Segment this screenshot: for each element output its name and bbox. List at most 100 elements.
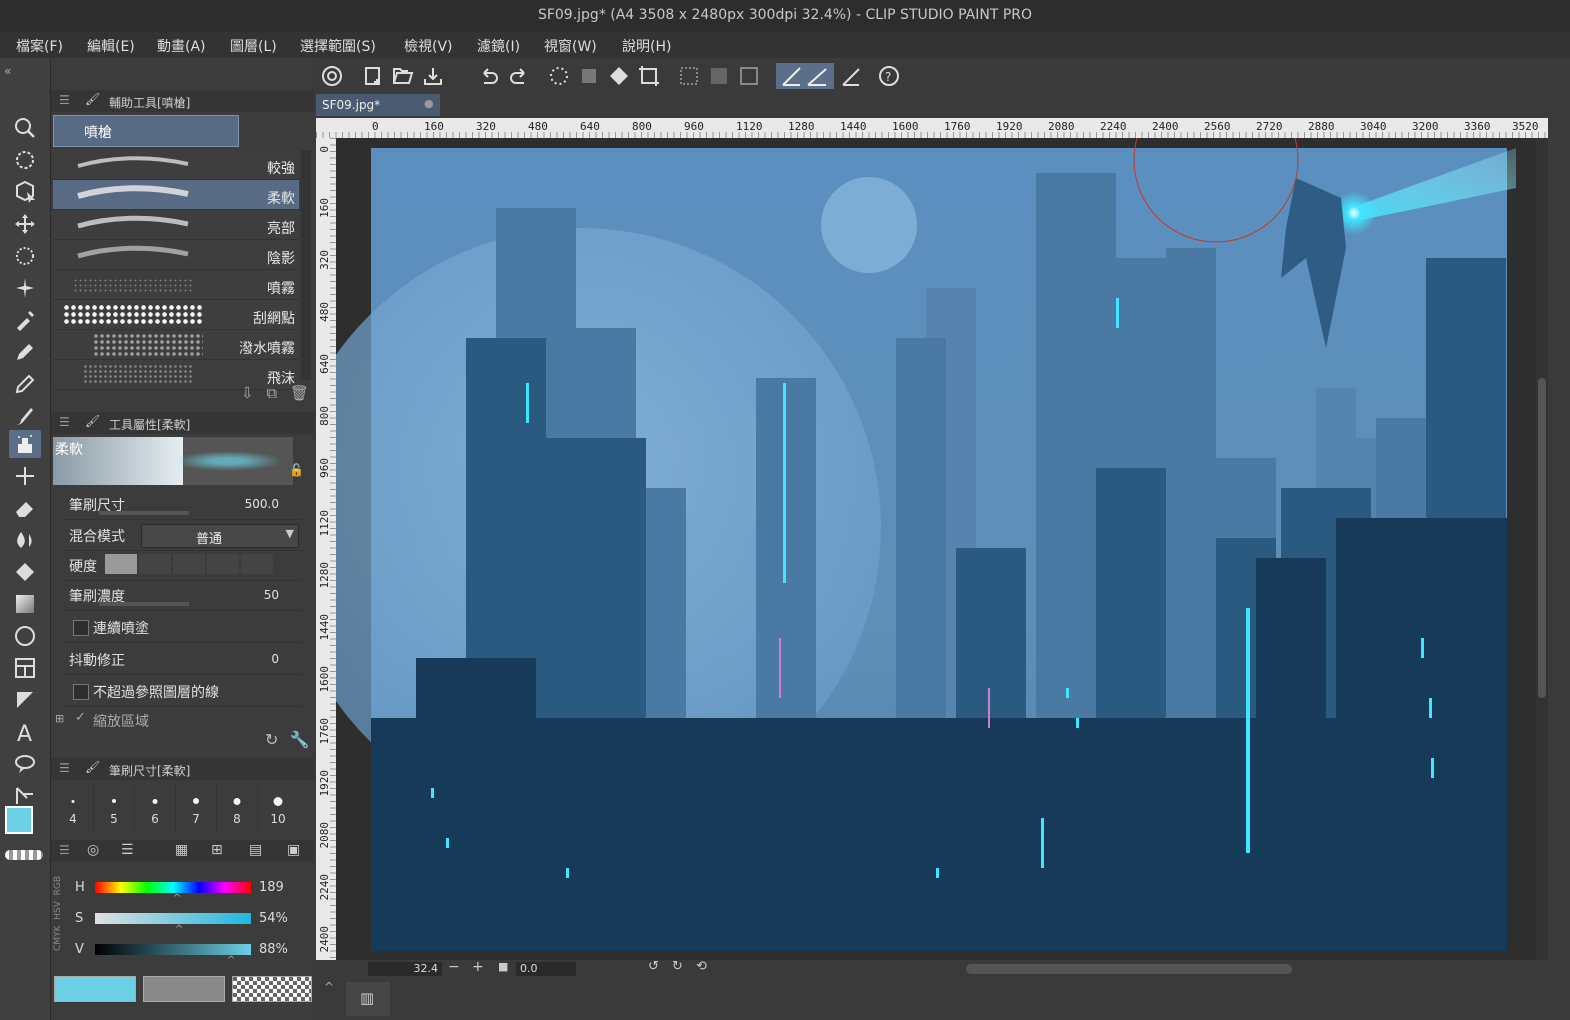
continuous-spray-checkbox[interactable]: [73, 620, 89, 636]
decoration-tool-icon[interactable]: [9, 462, 41, 490]
value-value[interactable]: 88%: [259, 942, 288, 957]
sub-color-indicator[interactable]: [143, 976, 225, 1002]
chevron-up-icon[interactable]: ^: [324, 980, 334, 994]
selection-tool-icon[interactable]: [9, 242, 41, 270]
transparent-color-indicator[interactable]: [232, 976, 312, 1002]
rotation-field[interactable]: 0.0: [516, 962, 576, 976]
frame-tool-icon[interactable]: [9, 654, 41, 682]
color-slider-tab-icon[interactable]: ☰: [121, 842, 134, 858]
text-tool-icon[interactable]: A: [9, 718, 41, 746]
zoom-field[interactable]: 32.4: [368, 962, 442, 976]
vertical-scrollbar-thumb[interactable]: [1538, 378, 1546, 698]
move-tool-icon[interactable]: [9, 210, 41, 238]
brush-water-spray[interactable]: 潑水噴霧: [53, 330, 299, 360]
collapse-icon[interactable]: «: [4, 64, 11, 78]
duplicate-icon[interactable]: ⧉: [266, 384, 277, 402]
brush-halftone[interactable]: 刮網點: [53, 300, 299, 330]
menu-filter[interactable]: 濾鏡(I): [477, 36, 520, 56]
reset-icon[interactable]: ↻: [265, 730, 278, 749]
panel-menu-icon[interactable]: ☰: [59, 415, 70, 429]
snap-grid-icon[interactable]: [838, 63, 864, 89]
fill-icon[interactable]: [606, 63, 632, 89]
invert-selection-icon[interactable]: [706, 63, 732, 89]
eyedropper-icon[interactable]: [9, 306, 41, 334]
size-preset-5[interactable]: 5: [94, 784, 135, 830]
new-file-icon[interactable]: [360, 63, 386, 89]
brush-soft[interactable]: 柔軟: [53, 180, 299, 210]
pencil-tool-icon[interactable]: [9, 370, 41, 398]
value-slider[interactable]: [95, 944, 251, 955]
delete-icon[interactable]: 🗑: [290, 384, 309, 402]
main-color-indicator[interactable]: [54, 976, 136, 1002]
menu-animation[interactable]: 動畫(A): [157, 36, 206, 56]
stabilization-value[interactable]: 0: [271, 652, 279, 666]
pen-tool-icon[interactable]: [9, 338, 41, 366]
size-preset-7[interactable]: 7: [176, 784, 217, 830]
panel-menu-icon[interactable]: ☰: [59, 761, 70, 775]
hue-value[interactable]: 189: [259, 880, 284, 895]
document-tab[interactable]: SF09.jpg* ●: [316, 94, 440, 116]
rotate-left-icon[interactable]: ↺: [648, 959, 659, 974]
panel-menu-icon[interactable]: ☰: [59, 93, 70, 107]
hue-slider[interactable]: [95, 882, 251, 893]
blend-tool-icon[interactable]: [9, 526, 41, 554]
selection-border-icon[interactable]: [736, 63, 762, 89]
redo-icon[interactable]: [506, 63, 532, 89]
object-tool-icon[interactable]: [9, 178, 41, 206]
undo-icon[interactable]: [476, 63, 502, 89]
similar-color-tab-icon[interactable]: ▤: [249, 842, 262, 858]
menu-file[interactable]: 檔案(F): [16, 36, 63, 56]
eraser-tool-icon[interactable]: [9, 494, 41, 522]
rotate-view-icon[interactable]: [9, 146, 41, 174]
transparent-color-icon[interactable]: [5, 850, 43, 860]
artwork-canvas[interactable]: [336, 138, 1548, 960]
tab-cmyk[interactable]: CMYK: [53, 926, 63, 951]
hardness-level-4[interactable]: [207, 554, 239, 574]
airbrush-tool-icon[interactable]: [9, 430, 41, 458]
auto-select-icon[interactable]: [9, 274, 41, 302]
wrench-icon[interactable]: 🔧: [290, 730, 310, 749]
lock-icon[interactable]: 🔓: [289, 463, 304, 477]
menu-edit[interactable]: 編輯(E): [87, 36, 135, 56]
menu-selection[interactable]: 選擇範圍(S): [300, 36, 376, 56]
zoom-in-icon[interactable]: +: [472, 959, 484, 975]
brush-size-slider[interactable]: [99, 511, 189, 515]
hardness-level-5[interactable]: [241, 554, 273, 574]
size-preset-6[interactable]: 6: [135, 784, 176, 830]
group-tab-airbrush[interactable]: 噴槍: [53, 115, 239, 147]
zoom-out-icon[interactable]: −: [448, 959, 460, 975]
color-set-tab-icon[interactable]: ▦: [175, 842, 188, 858]
saturation-slider-handle[interactable]: ^: [175, 924, 183, 935]
zoom-tool-icon[interactable]: [9, 114, 41, 142]
deselect-icon[interactable]: [676, 63, 702, 89]
open-icon[interactable]: [390, 63, 416, 89]
brush-spray[interactable]: 噴霧: [53, 270, 299, 300]
hue-slider-handle[interactable]: ^: [173, 893, 181, 904]
brush-shadow[interactable]: 陰影: [53, 240, 299, 270]
expand-icon[interactable]: ⊞: [55, 712, 64, 725]
reset-rotation-icon[interactable]: ⟲: [696, 959, 707, 974]
tab-rgb[interactable]: RGB: [53, 876, 63, 895]
value-slider-handle[interactable]: ^: [227, 955, 235, 966]
horizontal-scrollbar-thumb[interactable]: [966, 964, 1292, 974]
brush-strong[interactable]: 較強: [53, 150, 299, 180]
ruler-tool-icon[interactable]: [9, 686, 41, 714]
brush-size-value[interactable]: 500.0: [245, 497, 279, 511]
panel-menu-icon[interactable]: ☰: [59, 843, 70, 857]
help-icon[interactable]: ?: [876, 63, 902, 89]
fit-icon[interactable]: ■: [498, 960, 508, 973]
intermediate-color-tab-icon[interactable]: ⊞: [211, 842, 223, 858]
hardness-level-2[interactable]: [139, 554, 171, 574]
size-preset-10[interactable]: 10: [258, 784, 298, 830]
menu-layer[interactable]: 圖層(L): [230, 36, 277, 56]
menu-help[interactable]: 說明(H): [622, 36, 671, 56]
clip-studio-icon[interactable]: [319, 63, 345, 89]
tab-hsv[interactable]: HSV: [53, 901, 63, 920]
import-icon[interactable]: ⇩: [241, 384, 254, 402]
density-slider[interactable]: [99, 602, 189, 606]
snap-ruler-toggle[interactable]: [776, 63, 834, 89]
blend-mode-select[interactable]: 普通 ▼: [141, 524, 299, 548]
canvas-area[interactable]: [336, 138, 1548, 960]
panel-toggle-button[interactable]: ▥: [346, 982, 390, 1016]
hardness-level-3[interactable]: [173, 554, 205, 574]
